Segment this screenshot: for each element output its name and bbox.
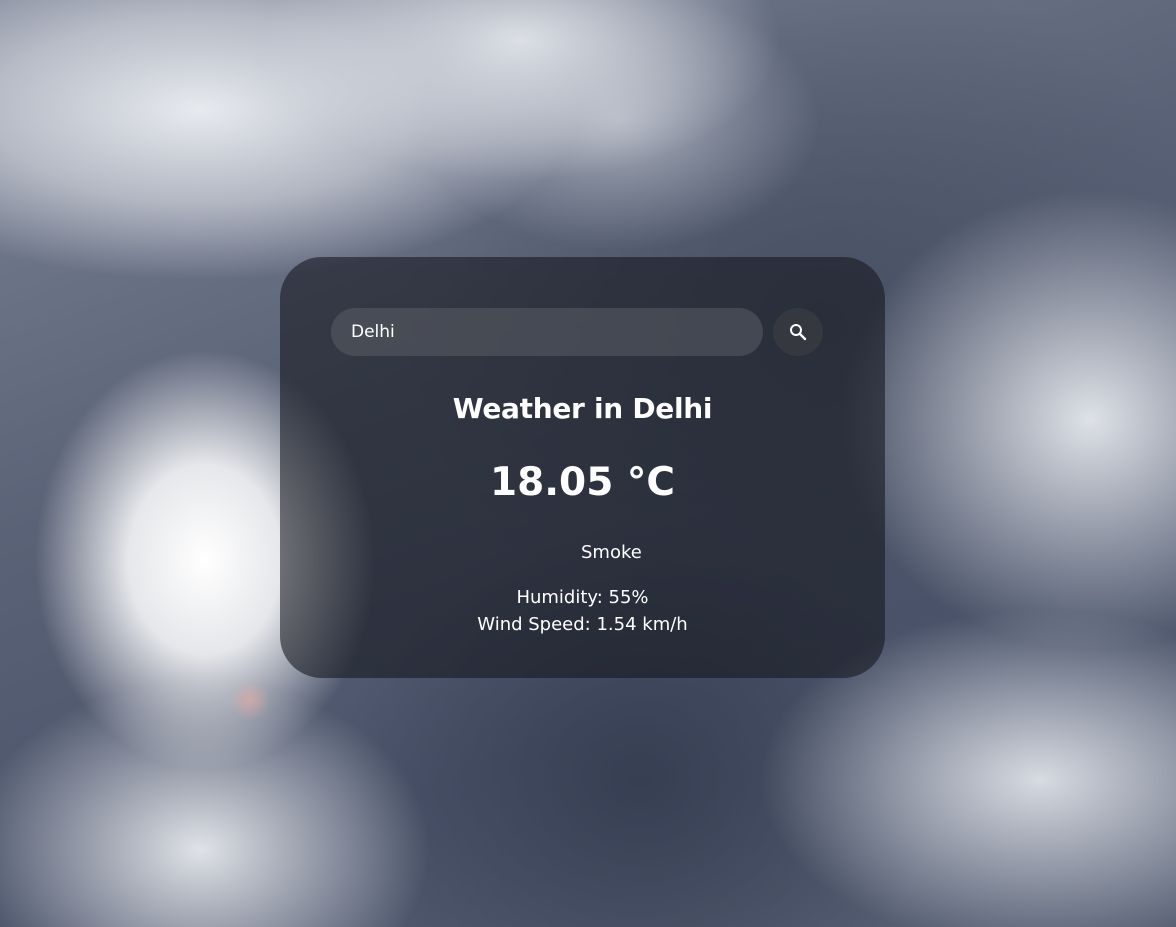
- wind-speed-value: Wind Speed: 1.54 km/h: [477, 614, 688, 635]
- weather-card: Weather in Delhi 18.05 °C Smoke Humidity…: [280, 257, 885, 678]
- humidity-value: Humidity: 55%: [516, 587, 649, 608]
- weather-description: Smoke: [581, 542, 642, 563]
- sun-flare: [230, 680, 270, 720]
- city-title: Weather in Delhi: [452, 392, 713, 425]
- search-icon: [790, 324, 807, 341]
- search-input[interactable]: [331, 308, 763, 356]
- weather-condition-icon: [535, 540, 565, 566]
- search-button[interactable]: [773, 308, 823, 356]
- weather-condition: Smoke: [280, 540, 885, 566]
- search-bar: [331, 308, 824, 356]
- temperature: 18.05 °C: [489, 460, 676, 505]
